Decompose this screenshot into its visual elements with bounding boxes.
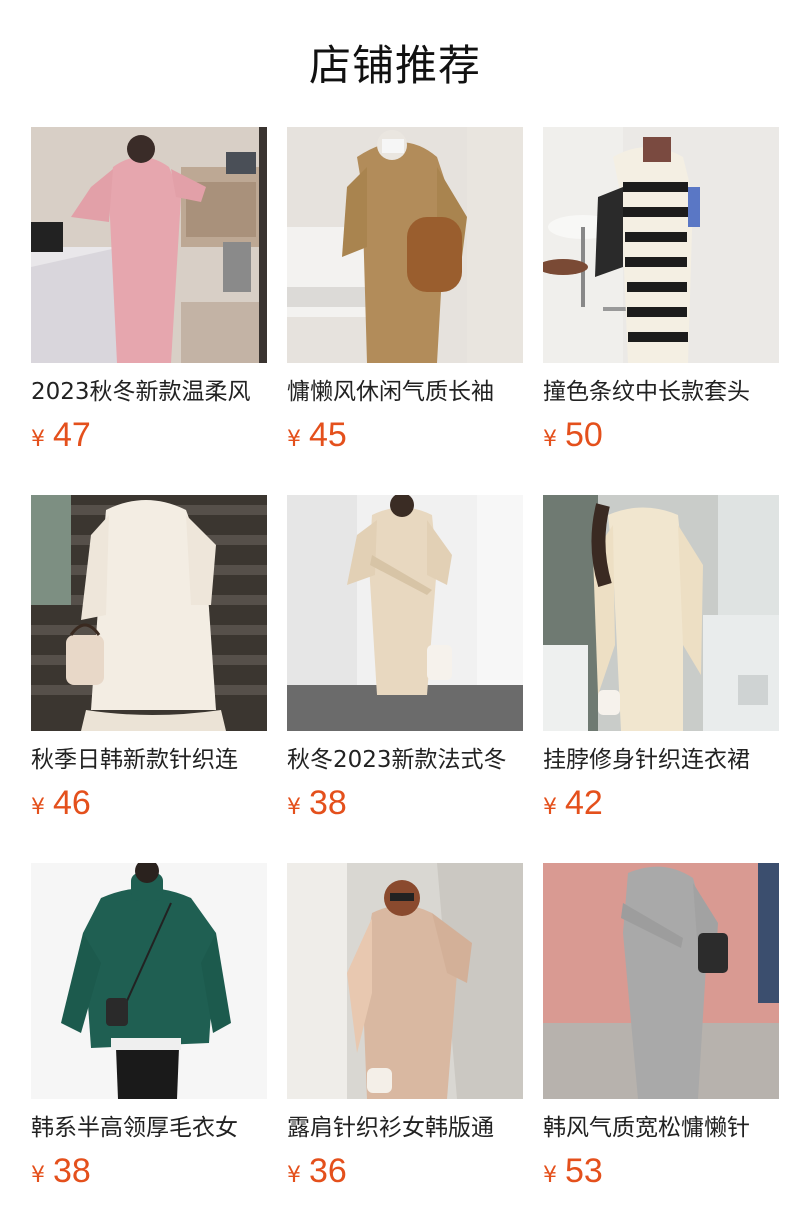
price-value: 45 xyxy=(309,416,347,454)
product-price: ¥38 xyxy=(287,781,347,825)
price-value: 36 xyxy=(309,1152,347,1190)
product-name: 秋季日韩新款针织连 xyxy=(31,747,238,773)
product-name: 韩系半高领厚毛衣女 xyxy=(31,1115,238,1141)
beige-wrap-dress-photo xyxy=(287,495,523,731)
product-price: ¥45 xyxy=(287,413,347,457)
product-name: 韩风气质宽松慵懒针 xyxy=(543,1115,750,1141)
product-card[interactable]: 韩系半高领厚毛衣女 ¥38 xyxy=(31,863,267,1203)
product-price: ¥50 xyxy=(543,413,603,457)
product-price: ¥38 xyxy=(31,1149,91,1193)
product-image[interactable] xyxy=(543,127,779,363)
product-grid: 2023秋冬新款温柔风 ¥47 慵懒风休闲气质长袖 ¥ 45 撞色条纹中长款套头… xyxy=(31,127,790,1232)
price-value: 53 xyxy=(565,1152,603,1190)
product-card[interactable]: 慵懒风休闲气质长袖 ¥45 xyxy=(287,127,523,467)
currency-symbol: ¥ xyxy=(543,795,557,820)
currency-symbol: ¥ xyxy=(543,1163,557,1188)
product-name: 慵懒风休闲气质长袖 xyxy=(287,379,494,405)
product-name: 2023秋冬新款温柔风 xyxy=(31,379,251,405)
currency-symbol: ¥ xyxy=(287,1163,301,1188)
product-image[interactable] xyxy=(287,127,523,363)
product-card[interactable]: 露肩针织衫女韩版通 ¥36 xyxy=(287,863,523,1203)
product-image[interactable] xyxy=(31,863,267,1099)
product-price: ¥46 xyxy=(31,781,91,825)
cold-shoulder-knit-photo xyxy=(287,863,523,1099)
price-value: 38 xyxy=(53,1152,91,1190)
product-name: 撞色条纹中长款套头 xyxy=(543,379,750,405)
currency-symbol: ¥ xyxy=(31,795,45,820)
pink-knit-dress-photo xyxy=(31,127,267,363)
product-price: ¥36 xyxy=(287,1149,347,1193)
product-name: 秋冬2023新款法式冬 xyxy=(287,747,507,773)
product-image[interactable] xyxy=(287,495,523,731)
price-value: 50 xyxy=(565,416,603,454)
product-image[interactable] xyxy=(543,495,779,731)
price-value: 38 xyxy=(309,784,347,822)
section-title: 店铺推荐 xyxy=(308,41,481,90)
currency-symbol: ¥ xyxy=(31,427,45,452)
product-card[interactable]: 挂脖修身针织连衣裙 ¥42 xyxy=(543,495,779,835)
product-price: ¥42 xyxy=(543,781,603,825)
product-image[interactable] xyxy=(543,863,779,1099)
product-card[interactable]: 撞色条纹中长款套头 ¥50 xyxy=(543,127,779,467)
product-image[interactable] xyxy=(287,863,523,1099)
product-card[interactable]: 韩风气质宽松慵懒针 ¥53 xyxy=(543,863,779,1203)
product-price: ¥53 xyxy=(543,1149,603,1193)
currency-symbol: ¥ xyxy=(543,427,557,452)
product-price: ¥47 xyxy=(31,413,91,457)
currency-symbol: ¥ xyxy=(287,795,301,820)
currency-symbol: ¥ xyxy=(31,1163,45,1188)
green-sweater-photo xyxy=(31,863,267,1099)
currency-symbol: ¥ xyxy=(287,427,301,452)
product-image[interactable] xyxy=(31,495,267,731)
recommendation-page: 店铺推荐 2023秋冬新款温柔风 ¥ 47 慵懒风休闲气质长袖 ¥ 45 撞色条… xyxy=(0,0,790,1232)
striped-knit-dress-photo xyxy=(543,127,779,363)
halter-knit-dress-photo xyxy=(543,495,779,731)
product-name: 挂脖修身针织连衣裙 xyxy=(543,747,750,773)
product-image[interactable] xyxy=(31,127,267,363)
cream-ruffle-dress-photo xyxy=(31,495,267,731)
product-name: 露肩针织衫女韩版通 xyxy=(287,1115,494,1141)
camel-hooded-dress-photo xyxy=(287,127,523,363)
price-value: 47 xyxy=(53,416,91,454)
product-card[interactable]: 秋冬2023新款法式冬 ¥38 xyxy=(287,495,523,835)
price-value: 42 xyxy=(565,784,603,822)
grey-knit-dress-photo xyxy=(543,863,779,1099)
price-value: 46 xyxy=(53,784,91,822)
product-card[interactable]: 秋季日韩新款针织连 ¥46 xyxy=(31,495,267,835)
product-card[interactable]: 2023秋冬新款温柔风 ¥47 xyxy=(31,127,267,467)
